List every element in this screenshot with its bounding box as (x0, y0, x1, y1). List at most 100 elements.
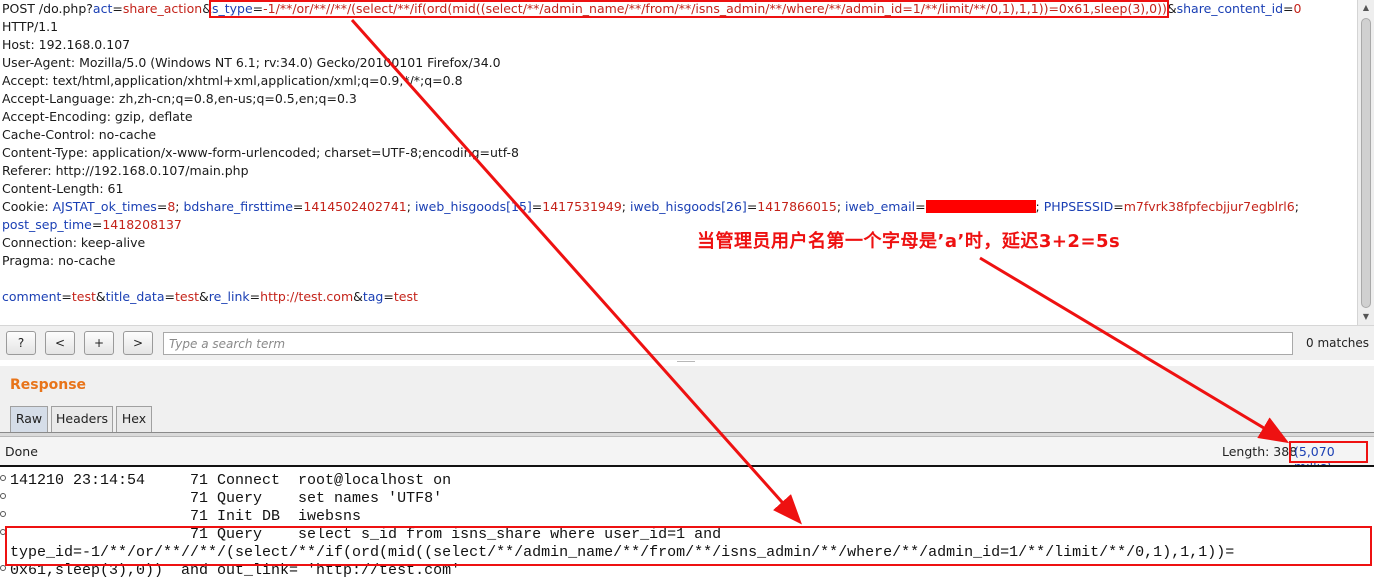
param-value: 1417531949 (542, 199, 622, 214)
request-line: Content-Length: 61 (2, 180, 1301, 198)
param-name: share_content_id (1176, 1, 1284, 16)
request-text-segment: & (199, 289, 209, 304)
scrollbar-thumb[interactable] (1361, 18, 1371, 308)
request-text: POST /do.php?act=share_action&s_type=-1/… (2, 0, 1301, 306)
request-text-segment: ; (1035, 199, 1044, 214)
request-text-segment: ; (836, 199, 846, 214)
request-text-segment: = (91, 217, 103, 232)
param-name: PHPSESSID (1043, 199, 1114, 214)
request-text-segment: User-Agent: Mozilla/5.0 (Windows NT 6.1;… (2, 55, 501, 70)
request-editor[interactable]: POST /do.php?act=share_action&s_type=-1/… (0, 0, 1357, 325)
request-line: comment=test&title_data=test&re_link=htt… (2, 288, 1301, 306)
response-length: Length: 388 (1222, 444, 1298, 459)
request-line: Cache-Control: no-cache (2, 126, 1301, 144)
request-text-segment: = (249, 289, 261, 304)
param-name: AJSTAT_ok_times (52, 199, 157, 214)
log-line: 71 Init DB iwebsns (10, 508, 362, 525)
request-line: Accept-Encoding: gzip, deflate (2, 108, 1301, 126)
match-count: 0 matches (1306, 336, 1370, 350)
previous-match-button[interactable]: < (45, 331, 75, 355)
request-text-segment: Content-Length: 61 (2, 181, 124, 196)
tab-hex[interactable]: Hex (116, 406, 152, 432)
annotation-caption: 当管理员用户名第一个字母是’a’时，延迟3+2=5s (697, 231, 1121, 252)
request-text-segment: = (1283, 1, 1294, 16)
request-line (2, 270, 1301, 288)
request-text-segment: = (292, 199, 304, 214)
tab-raw[interactable]: Raw (10, 406, 48, 432)
burp-repeater-window: POST /do.php?act=share_action&s_type=-1/… (0, 0, 1374, 580)
tab-headers[interactable]: Headers (51, 406, 113, 432)
request-text-segment: HTTP/1.1 (2, 19, 59, 34)
param-value: test (174, 289, 199, 304)
help-button[interactable]: ? (6, 331, 36, 355)
request-text-segment: Cookie: (2, 199, 53, 214)
search-toolbar: ? < + > 0 matches (0, 325, 1374, 360)
param-value: test (71, 289, 96, 304)
request-line: Accept-Language: zh,zh-cn;q=0.8,en-us;q=… (2, 90, 1301, 108)
request-text-segment: Host: 192.168.0.107 (2, 37, 131, 52)
param-value: 1417866015 (757, 199, 837, 214)
param-name: iweb_hisgoods[26] (629, 199, 747, 214)
param-value: m7fvrk38fpfecbjjur7egblrl6 (1123, 199, 1295, 214)
query-highlight-box (5, 526, 1372, 566)
request-line: Accept: text/html,application/xhtml+xml,… (2, 72, 1301, 90)
param-name: iweb_hisgoods[15] (414, 199, 532, 214)
search-input[interactable] (163, 332, 1293, 355)
request-text-segment: Accept-Language: zh,zh-cn;q=0.8,en-us;q=… (2, 91, 357, 106)
log-marker-icon (0, 493, 6, 499)
request-text-segment: = (156, 199, 168, 214)
request-text-segment: = (531, 199, 543, 214)
param-name: tag (362, 289, 384, 304)
request-text-segment: & (353, 289, 363, 304)
request-text-segment: = (61, 289, 72, 304)
param-value: 1414502402741 (303, 199, 407, 214)
request-line: Pragma: no-cache (2, 252, 1301, 270)
request-scrollbar[interactable]: ▲ ▼ (1357, 0, 1374, 325)
request-text-segment: Accept-Encoding: gzip, deflate (2, 109, 193, 124)
param-name: re_link (208, 289, 250, 304)
request-line: User-Agent: Mozilla/5.0 (Windows NT 6.1;… (2, 54, 1301, 72)
param-value: http://test.com (260, 289, 354, 304)
param-name: comment (2, 289, 62, 304)
request-text-segment: Cache-Control: no-cache (2, 127, 157, 142)
search-options-button[interactable]: + (84, 331, 114, 355)
param-value: 1418208137 (102, 217, 182, 232)
param-name: title_data (105, 289, 165, 304)
request-line: Host: 192.168.0.107 (2, 36, 1301, 54)
mysql-query-log: 141210 23:14:54 71 Connect root@localhos… (0, 465, 1374, 580)
injection-highlight-box (209, 0, 1169, 18)
param-name: post_sep_time (2, 217, 92, 232)
scroll-up-arrow-icon[interactable]: ▲ (1358, 0, 1374, 16)
response-time-highlight-box (1289, 441, 1368, 463)
scroll-down-arrow-icon[interactable]: ▼ (1358, 309, 1374, 325)
request-line: Referer: http://192.168.0.107/main.php (2, 162, 1301, 180)
request-text-segment: & (95, 289, 106, 304)
log-marker-icon (0, 475, 6, 481)
request-line: Content-Type: application/x-www-form-url… (2, 144, 1301, 162)
request-text-segment: Pragma: no-cache (2, 253, 116, 268)
log-line: 71 Query set names 'UTF8' (10, 490, 443, 507)
param-value: share_action (122, 1, 203, 16)
request-text-segment: = (915, 199, 926, 214)
request-text-segment: = (746, 199, 758, 214)
log-line: 141210 23:14:54 71 Connect root@localhos… (10, 472, 452, 489)
response-panel: Response Raw Headers Hex (0, 366, 1374, 436)
request-text-segment: ; (1294, 199, 1299, 214)
request-text-segment: = (112, 1, 123, 16)
status-bar: Done Length: 388 (5,070 millis) (0, 437, 1374, 474)
request-text-segment: = (164, 289, 175, 304)
request-line: Cookie: AJSTAT_ok_times=8; bdshare_first… (2, 198, 1301, 216)
request-text-segment: Content-Type: application/x-www-form-url… (2, 145, 519, 160)
request-text-segment: Accept: text/html,application/xhtml+xml,… (2, 73, 463, 88)
request-text-segment: = (1113, 199, 1124, 214)
status-text: Done (5, 444, 38, 459)
param-name: act (92, 1, 113, 16)
param-value: 0 (1293, 1, 1302, 16)
param-name: bdshare_firsttime (183, 199, 293, 214)
request-text-segment: Connection: keep-alive (2, 235, 146, 250)
request-text-segment: ; (406, 199, 415, 214)
request-text-segment: Referer: http://192.168.0.107/main.php (2, 163, 249, 178)
next-match-button[interactable]: > (123, 331, 153, 355)
response-heading: Response (10, 377, 87, 393)
request-text-segment: ; (621, 199, 630, 214)
